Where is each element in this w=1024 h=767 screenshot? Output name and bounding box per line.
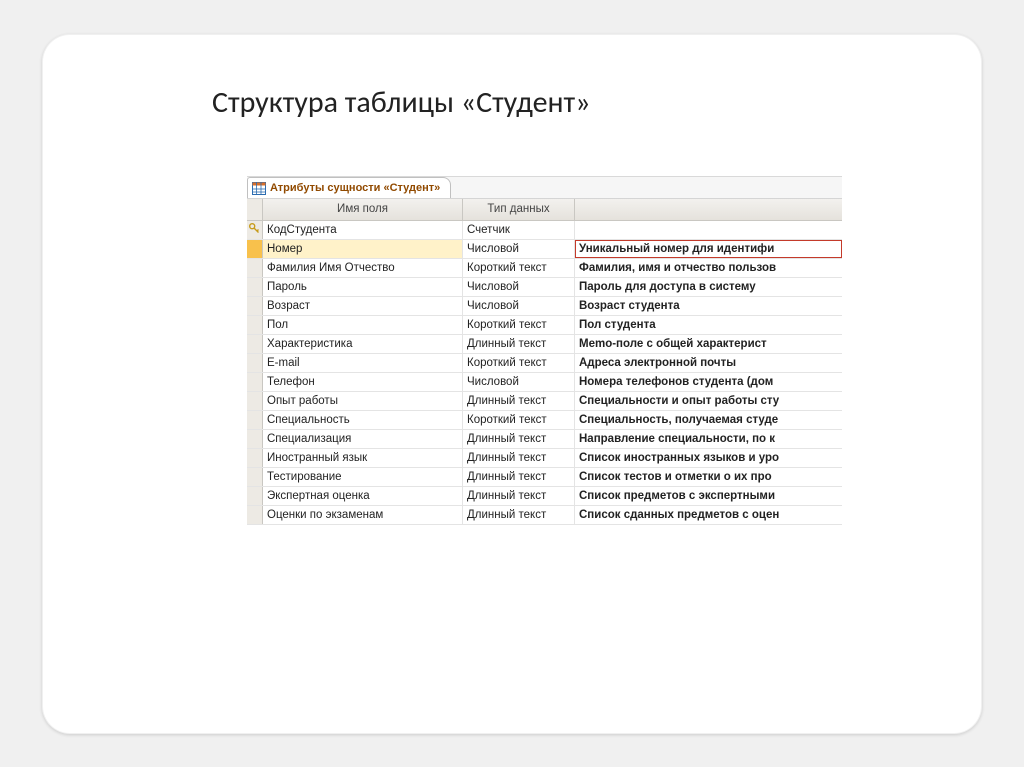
row-selector[interactable] (247, 240, 263, 258)
field-name-cell[interactable]: Пароль (263, 278, 463, 296)
field-name-cell[interactable]: Тестирование (263, 468, 463, 486)
description-cell[interactable]: Уникальный номер для идентифи (575, 240, 842, 258)
data-type-cell[interactable]: Длинный текст (463, 392, 575, 410)
description-cell[interactable]: Номера телефонов студента (дом (575, 373, 842, 391)
data-type-cell[interactable]: Длинный текст (463, 468, 575, 486)
tab-bar: Атрибуты сущности «Студент» (247, 177, 842, 199)
table-row[interactable]: ТестированиеДлинный текстСписок тестов и… (247, 468, 842, 487)
table-row[interactable]: КодСтудентаСчетчик (247, 221, 842, 240)
table-row[interactable]: НомерЧисловойУникальный номер для иденти… (247, 240, 842, 259)
field-name-cell[interactable]: Фамилия Имя Отчество (263, 259, 463, 277)
table-row[interactable]: Опыт работыДлинный текстСпециальности и … (247, 392, 842, 411)
description-cell[interactable]: Возраст студента (575, 297, 842, 315)
description-cell[interactable]: Список иностранных языков и уро (575, 449, 842, 467)
row-selector[interactable] (247, 468, 263, 486)
description-cell[interactable] (575, 221, 842, 239)
tab-label: Атрибуты сущности «Студент» (270, 182, 440, 194)
data-type-cell[interactable]: Длинный текст (463, 487, 575, 505)
table-row[interactable]: Оценки по экзаменамДлинный текстСписок с… (247, 506, 842, 525)
table-icon (252, 182, 266, 195)
description-cell[interactable]: Направление специальности, по к (575, 430, 842, 448)
field-name-cell[interactable]: Номер (263, 240, 463, 258)
row-selector[interactable] (247, 487, 263, 505)
tab-attributes[interactable]: Атрибуты сущности «Студент» (247, 177, 451, 198)
field-name-cell[interactable]: Экспертная оценка (263, 487, 463, 505)
rows-container: КодСтудентаСчетчикНомерЧисловойУникальны… (247, 221, 842, 525)
table-design-panel: Атрибуты сущности «Студент» Имя поля Тип… (247, 176, 842, 525)
data-type-cell[interactable]: Короткий текст (463, 259, 575, 277)
row-selector[interactable] (247, 221, 263, 239)
description-cell[interactable]: Пол студента (575, 316, 842, 334)
data-type-cell[interactable]: Короткий текст (463, 354, 575, 372)
data-type-cell[interactable]: Длинный текст (463, 449, 575, 467)
description-cell[interactable]: Список сданных предметов с оцен (575, 506, 842, 524)
data-type-cell[interactable]: Числовой (463, 297, 575, 315)
row-selector[interactable] (247, 259, 263, 277)
description-cell[interactable]: Фамилия, имя и отчество пользов (575, 259, 842, 277)
data-type-cell[interactable]: Числовой (463, 373, 575, 391)
data-type-cell[interactable]: Числовой (463, 240, 575, 258)
data-type-cell[interactable]: Числовой (463, 278, 575, 296)
header-field-name[interactable]: Имя поля (263, 199, 463, 220)
field-name-cell[interactable]: Специальность (263, 411, 463, 429)
header-description[interactable] (575, 199, 842, 220)
row-selector[interactable] (247, 354, 263, 372)
header-data-type[interactable]: Тип данных (463, 199, 575, 220)
table-row[interactable]: ХарактеристикаДлинный текстMemo-поле с о… (247, 335, 842, 354)
data-type-cell[interactable]: Длинный текст (463, 506, 575, 524)
primary-key-icon (249, 223, 260, 237)
row-selector[interactable] (247, 506, 263, 524)
field-name-cell[interactable]: E-mail (263, 354, 463, 372)
description-cell[interactable]: Адреса электронной почты (575, 354, 842, 372)
table-row[interactable]: E-mailКороткий текстАдреса электронной п… (247, 354, 842, 373)
row-selector[interactable] (247, 392, 263, 410)
row-selector[interactable] (247, 373, 263, 391)
data-type-cell[interactable]: Длинный текст (463, 335, 575, 353)
table-row[interactable]: Экспертная оценкаДлинный текстСписок пре… (247, 487, 842, 506)
table-row[interactable]: ТелефонЧисловойНомера телефонов студента… (247, 373, 842, 392)
field-name-cell[interactable]: Иностранный язык (263, 449, 463, 467)
table-row[interactable]: СпециальностьКороткий текстСпециальность… (247, 411, 842, 430)
description-cell[interactable]: Memo-поле с общей характерист (575, 335, 842, 353)
description-cell[interactable]: Пароль для доступа в систему (575, 278, 842, 296)
field-name-cell[interactable]: Характеристика (263, 335, 463, 353)
row-selector[interactable] (247, 335, 263, 353)
row-selector[interactable] (247, 449, 263, 467)
description-cell[interactable]: Список тестов и отметки о их про (575, 468, 842, 486)
row-selector[interactable] (247, 278, 263, 296)
row-selector[interactable] (247, 316, 263, 334)
field-name-cell[interactable]: Оценки по экзаменам (263, 506, 463, 524)
slide-frame: Структура таблицы «Студент» Атрибуты сущ… (42, 34, 982, 734)
table-row[interactable]: ВозрастЧисловойВозраст студента (247, 297, 842, 316)
field-name-cell[interactable]: Телефон (263, 373, 463, 391)
slide-title: Структура таблицы «Студент» (212, 84, 932, 121)
table-row[interactable]: Фамилия Имя ОтчествоКороткий текстФамили… (247, 259, 842, 278)
field-name-cell[interactable]: Опыт работы (263, 392, 463, 410)
description-cell[interactable]: Список предметов с экспертными (575, 487, 842, 505)
row-selector[interactable] (247, 430, 263, 448)
description-cell[interactable]: Специальности и опыт работы сту (575, 392, 842, 410)
table-row[interactable]: СпециализацияДлинный текстНаправление сп… (247, 430, 842, 449)
column-headers: Имя поля Тип данных (247, 199, 842, 221)
table-row[interactable]: Иностранный языкДлинный текстСписок инос… (247, 449, 842, 468)
description-cell[interactable]: Специальность, получаемая студе (575, 411, 842, 429)
row-selector[interactable] (247, 297, 263, 315)
data-type-cell[interactable]: Счетчик (463, 221, 575, 239)
header-row-selector[interactable] (247, 199, 263, 220)
data-type-cell[interactable]: Короткий текст (463, 411, 575, 429)
data-type-cell[interactable]: Длинный текст (463, 430, 575, 448)
field-name-cell[interactable]: КодСтудента (263, 221, 463, 239)
field-name-cell[interactable]: Возраст (263, 297, 463, 315)
data-type-cell[interactable]: Короткий текст (463, 316, 575, 334)
row-selector[interactable] (247, 411, 263, 429)
field-name-cell[interactable]: Специализация (263, 430, 463, 448)
table-row[interactable]: ПарольЧисловойПароль для доступа в систе… (247, 278, 842, 297)
table-row[interactable]: ПолКороткий текстПол студента (247, 316, 842, 335)
field-name-cell[interactable]: Пол (263, 316, 463, 334)
